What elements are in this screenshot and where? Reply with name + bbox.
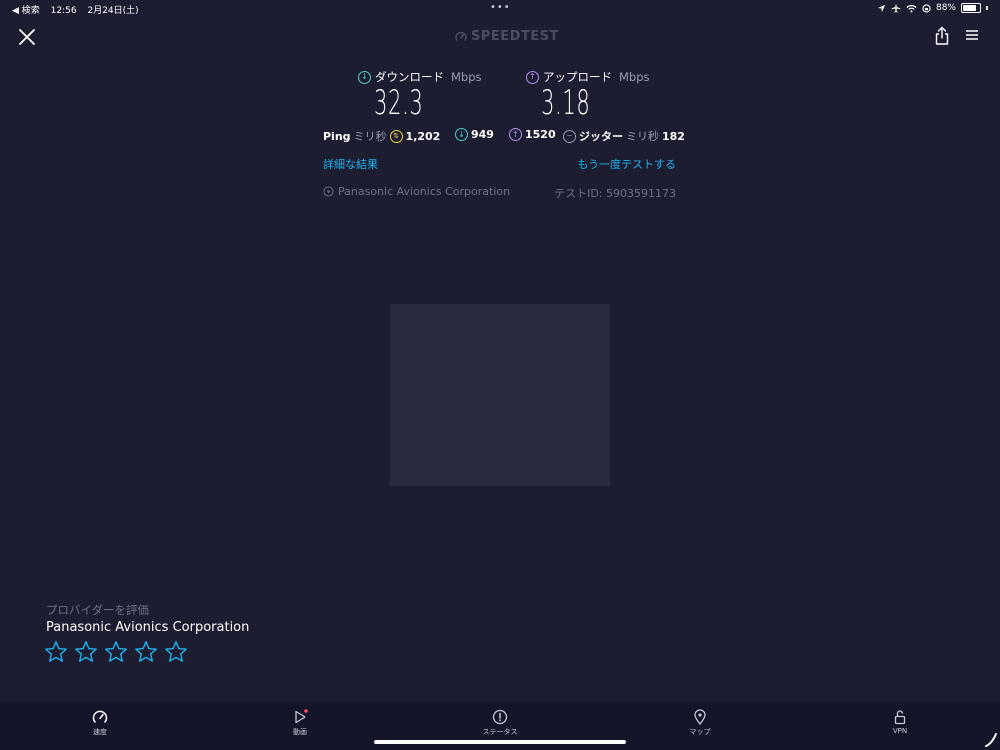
jitter-unit: ミリ秒 xyxy=(626,130,659,143)
star-icon[interactable] xyxy=(44,640,68,664)
ping-upload-icon: ↑ xyxy=(509,128,522,141)
ping-upload-value: 1520 xyxy=(525,128,556,141)
rate-provider-name: Panasonic Avionics Corporation xyxy=(46,620,250,635)
ping-label: Ping xyxy=(323,129,351,143)
ping-download-value: 949 xyxy=(471,128,494,141)
battery-tip xyxy=(986,6,988,10)
test-again-link[interactable]: もう一度テストする xyxy=(577,156,676,172)
ping-row: Ping ミリ秒 ⇅ 1,202 ↓ 949 ↑ 1520 ~ ジッター ミリ秒… xyxy=(323,128,685,144)
alert-icon xyxy=(492,709,508,725)
ad-placeholder xyxy=(390,304,610,486)
tab-video[interactable]: 動画 xyxy=(260,709,340,737)
ping-idle-value: 1,202 xyxy=(405,129,441,143)
tab-speed[interactable]: 速度 xyxy=(60,709,140,737)
lock-icon xyxy=(894,710,906,725)
download-unit: Mbps xyxy=(451,70,482,84)
tab-status[interactable]: ステータス xyxy=(460,709,540,737)
airplane-mode-icon xyxy=(891,3,901,13)
tab-map[interactable]: マップ xyxy=(660,709,740,737)
battery-percent: 88% xyxy=(935,3,956,13)
back-to-search-link[interactable]: ◀ 検索 xyxy=(12,6,40,16)
battery-icon xyxy=(961,3,981,13)
upload-value: 3.18 xyxy=(541,83,591,123)
tab-label: マップ xyxy=(689,728,711,736)
star-icon[interactable] xyxy=(164,640,188,664)
jitter-value: 182 xyxy=(662,129,685,143)
status-time: 12:56 xyxy=(50,6,77,16)
star-icon[interactable] xyxy=(134,640,158,664)
server-shield-icon xyxy=(323,186,334,197)
app-title-text: SPEEDTEST xyxy=(471,29,559,44)
map-pin-icon xyxy=(694,709,706,725)
star-rating xyxy=(44,640,188,664)
detailed-results-link[interactable]: 詳細な結果 xyxy=(323,156,378,172)
ping-idle-icon: ⇅ xyxy=(389,129,403,143)
tab-vpn[interactable]: VPN xyxy=(860,709,940,735)
upload-unit: Mbps xyxy=(619,70,650,84)
location-arrow-icon xyxy=(877,4,886,12)
app-title: SPEEDTEST xyxy=(455,29,559,44)
star-icon[interactable] xyxy=(104,640,128,664)
star-icon[interactable] xyxy=(74,640,98,664)
screen-lock-icon xyxy=(922,3,931,13)
test-id: テストID: 5903591173 xyxy=(554,187,676,200)
play-icon xyxy=(295,709,308,724)
share-icon[interactable] xyxy=(933,26,951,46)
speedometer-icon xyxy=(92,710,108,723)
wifi-icon xyxy=(906,4,917,12)
status-bar: ◀ 検索 12:56 2月24日(土) ••• 88% xyxy=(0,0,1000,18)
multitasking-dots-icon[interactable]: ••• xyxy=(490,2,511,13)
ping-download-icon: ↓ xyxy=(455,128,468,141)
tab-label: 動画 xyxy=(293,728,307,736)
ping-unit: ミリ秒 xyxy=(353,130,387,143)
server-provider: Panasonic Avionics Corporation xyxy=(338,185,511,198)
upload-arrow-icon: ↑ xyxy=(526,70,539,84)
status-date: 2月24日(土) xyxy=(87,6,139,16)
pencil-scribble-icon xyxy=(985,733,997,747)
tab-label: VPN xyxy=(892,727,908,735)
download-arrow-icon: ↓ xyxy=(358,70,371,84)
rate-provider-label: プロバイダーを評価 xyxy=(46,603,150,617)
jitter-label: ジッター xyxy=(579,130,623,143)
home-indicator[interactable] xyxy=(374,740,626,744)
close-icon[interactable] xyxy=(16,26,38,48)
tab-label: 速度 xyxy=(93,728,107,736)
jitter-icon: ~ xyxy=(563,129,576,143)
server-info: Panasonic Avionics Corporation xyxy=(323,185,510,198)
menu-icon[interactable] xyxy=(965,28,979,42)
download-value: 32.3 xyxy=(374,83,424,123)
speedometer-logo-icon xyxy=(455,31,467,41)
tab-label: ステータス xyxy=(482,728,518,736)
